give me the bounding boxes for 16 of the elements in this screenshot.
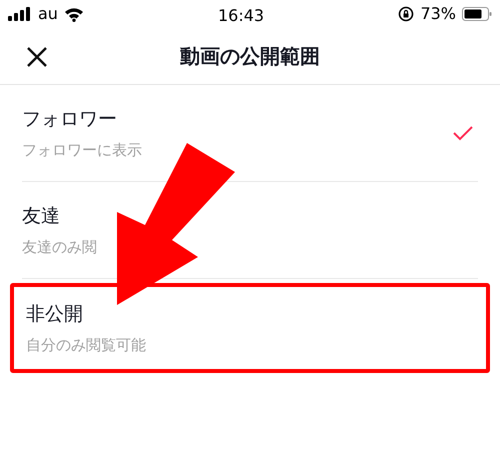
option-title: 友達 bbox=[22, 204, 61, 228]
battery-icon bbox=[462, 7, 492, 21]
wifi-icon bbox=[64, 6, 84, 22]
clock-time: 16:43 bbox=[218, 5, 264, 27]
visibility-option[interactable]: 非公開 自分のみ閲覧可能 bbox=[10, 283, 490, 373]
signal-icon bbox=[8, 7, 32, 21]
option-title: 非公開 bbox=[26, 302, 84, 326]
close-icon bbox=[26, 46, 48, 68]
option-description: 自分のみ閲覧可能 bbox=[26, 335, 146, 356]
option-description: フォロワーに表示 bbox=[22, 140, 142, 161]
battery-percent: 73% bbox=[420, 3, 456, 25]
rotation-lock-icon bbox=[398, 6, 414, 22]
option-title: フォロワー bbox=[22, 106, 118, 132]
option-description: 友達のみ閲 bbox=[22, 237, 97, 258]
screen-title: 動画の公開範囲 bbox=[180, 43, 320, 70]
carrier-name: au bbox=[38, 3, 58, 25]
